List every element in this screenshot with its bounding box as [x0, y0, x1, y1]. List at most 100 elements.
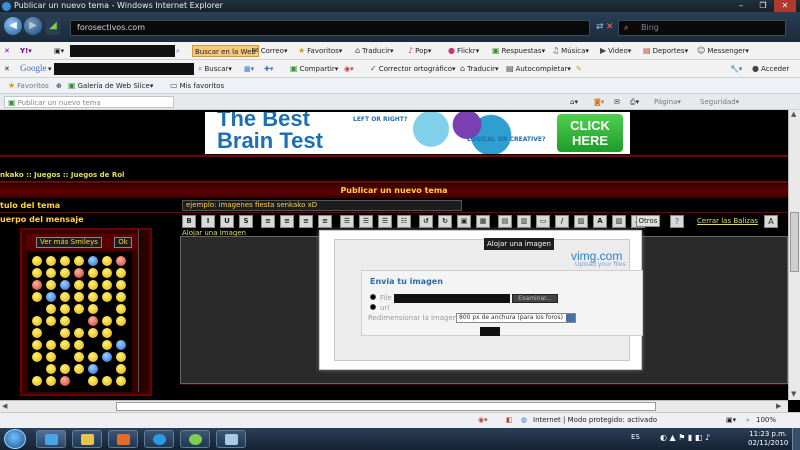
editor-button[interactable]: ↻ [438, 215, 452, 228]
editor-button[interactable]: A [593, 215, 607, 228]
toolbar-menu-icon[interactable]: ▣▾ [54, 45, 64, 57]
signin-button[interactable]: ● Acceder [752, 63, 789, 75]
feeds-icon[interactable]: ◙▾ [594, 96, 604, 108]
toolbar-item-compartir[interactable]: ▣ Compartir▾ [290, 63, 338, 75]
print-icon[interactable]: ⎙▾ [630, 96, 639, 108]
home-icon[interactable]: ⌂▾ [570, 96, 578, 108]
smiley-icon[interactable] [116, 352, 126, 362]
taskbar-window[interactable] [216, 430, 246, 448]
toolbar-item-corrector[interactable]: ✓ Corrector ortográfico▾ [370, 63, 456, 75]
taskbar-skype[interactable] [144, 430, 174, 448]
clock[interactable]: 11:23 p.m. 02/11/2010 [748, 430, 788, 448]
taskbar-messenger[interactable] [180, 430, 210, 448]
add-favorite-icon[interactable]: ⊕ [56, 80, 62, 92]
smiley-icon[interactable] [60, 280, 70, 290]
smiley-icon[interactable] [32, 376, 42, 386]
smiley-icon[interactable] [74, 328, 84, 338]
smiley-icon[interactable] [32, 256, 42, 266]
editor-button[interactable]: ☰ [340, 215, 354, 228]
smiley-icon[interactable] [88, 316, 98, 326]
editor-button[interactable]: ▧ [612, 215, 626, 228]
maximize-button[interactable]: ❐ [752, 0, 774, 12]
smiley-icon[interactable] [116, 376, 126, 386]
smiley-icon[interactable] [60, 340, 70, 350]
toolbar-grid-icon[interactable]: ▦▾ [244, 63, 254, 75]
smiley-icon[interactable] [116, 340, 126, 350]
smiley-icon[interactable] [32, 268, 42, 278]
help-icon[interactable]: ? [670, 215, 684, 228]
smiley-icon[interactable] [46, 316, 56, 326]
smiley-icon[interactable] [32, 352, 42, 362]
smiley-icon[interactable] [116, 304, 126, 314]
editor-button[interactable]: ☰ [378, 215, 392, 228]
refresh-icon[interactable]: ⇄ [596, 22, 604, 32]
editor-button[interactable]: ☰ [359, 215, 373, 228]
close-button[interactable]: ✕ [774, 0, 796, 12]
back-button[interactable]: ◀ [4, 17, 22, 35]
toolbar-item-correo[interactable]: ✉ Correo▾ [252, 45, 287, 57]
smiley-icon[interactable] [102, 376, 112, 386]
toolbar-item-musica[interactable]: ♫ Música▾ [552, 45, 589, 57]
smiley-icon[interactable] [32, 316, 42, 326]
otros-button[interactable]: Otros [636, 215, 660, 227]
toolbar-item-autocompletar[interactable]: ▤ Autocompletar▾ [506, 63, 571, 75]
smiley-icon[interactable] [46, 256, 56, 266]
editor-button[interactable]: S [239, 215, 253, 228]
editor-button[interactable]: ≡ [299, 215, 313, 228]
resize-select[interactable]: 800 px de anchura (para los foros) [456, 313, 576, 323]
browse-button[interactable]: Examinar... [512, 294, 558, 303]
smiley-icon[interactable] [32, 292, 42, 302]
editor-button[interactable]: I [201, 215, 215, 228]
smiley-icon[interactable] [88, 376, 98, 386]
smiley-icon[interactable] [102, 328, 112, 338]
editor-button[interactable]: ▭ [536, 215, 550, 228]
smiley-icon[interactable] [46, 376, 56, 386]
smiley-icon[interactable] [116, 280, 126, 290]
smiley-icon[interactable] [74, 304, 84, 314]
tray-icons[interactable]: ◐ ▲ ⚑ ▮ ◧ ♪ [660, 433, 710, 442]
web-slice-gallery[interactable]: ▣ Galería de Web Slice▾ [68, 80, 153, 92]
start-button[interactable] [4, 429, 26, 449]
wrench-icon[interactable]: 🔧▾ [730, 63, 742, 75]
editor-button[interactable]: ☷ [397, 215, 411, 228]
toolbar-item-messenger[interactable]: ☺ Messenger▾ [697, 45, 749, 57]
toolbar-item-respuestas[interactable]: ▣ Respuestas▾ [492, 45, 545, 57]
taskbar-explorer[interactable] [72, 430, 102, 448]
smiley-icon[interactable] [74, 352, 84, 362]
smileys-ok-button[interactable]: Ok [114, 237, 132, 248]
editor-button[interactable]: U [220, 215, 234, 228]
smiley-icon[interactable] [102, 280, 112, 290]
breadcrumb[interactable]: nkako :: Juegos :: Juegos de Rol [0, 171, 124, 179]
page-vertical-scrollbar[interactable]: ▲ ▼ [788, 110, 800, 400]
smiley-icon[interactable] [46, 292, 56, 302]
more-smileys-button[interactable]: Ver más Smileys [36, 237, 102, 248]
stop-icon[interactable]: ✕ [606, 22, 614, 32]
smiley-icon[interactable] [102, 340, 112, 350]
scroll-right-icon[interactable]: ▶ [776, 402, 781, 410]
show-desktop-button[interactable] [792, 428, 800, 450]
google-dropdown-icon[interactable]: ▾ [48, 63, 52, 75]
smiley-icon[interactable] [60, 376, 70, 386]
editor-button[interactable]: ▣ [457, 215, 471, 228]
smiley-icon[interactable] [46, 352, 56, 362]
smiley-icon[interactable] [74, 280, 84, 290]
close-tags-link[interactable]: Cerrar las Balizas [697, 217, 758, 225]
editor-button[interactable]: ▥ [517, 215, 531, 228]
address-input[interactable]: forosectivos.com [70, 20, 590, 36]
smiley-icon[interactable] [88, 328, 98, 338]
toolbar-item-flickr[interactable]: ● Flickr▾ [448, 45, 479, 57]
smiley-icon[interactable] [102, 316, 112, 326]
favorites-button[interactable]: ★ Favoritos [8, 80, 49, 92]
popup-blocked-icon[interactable]: ◧ [506, 416, 513, 424]
toolbar-close-icon[interactable]: ✕ [4, 63, 10, 75]
toolbar-item-favoritos[interactable]: ★ Favoritos▾ [298, 45, 342, 57]
safety-menu[interactable]: Seguridad▾ [700, 96, 739, 108]
scroll-thumb[interactable] [116, 402, 656, 411]
upload-submit-button[interactable] [480, 327, 500, 336]
smiley-icon[interactable] [116, 268, 126, 278]
smiley-icon[interactable] [74, 268, 84, 278]
toolbar-alert-icon[interactable]: ◉▾ [344, 63, 354, 75]
smiley-icon[interactable] [60, 256, 70, 266]
ad-banner[interactable]: The Best Brain Test LEFT OR RIGHT? LOGIC… [205, 112, 630, 154]
editor-button[interactable]: ▨ [574, 215, 588, 228]
